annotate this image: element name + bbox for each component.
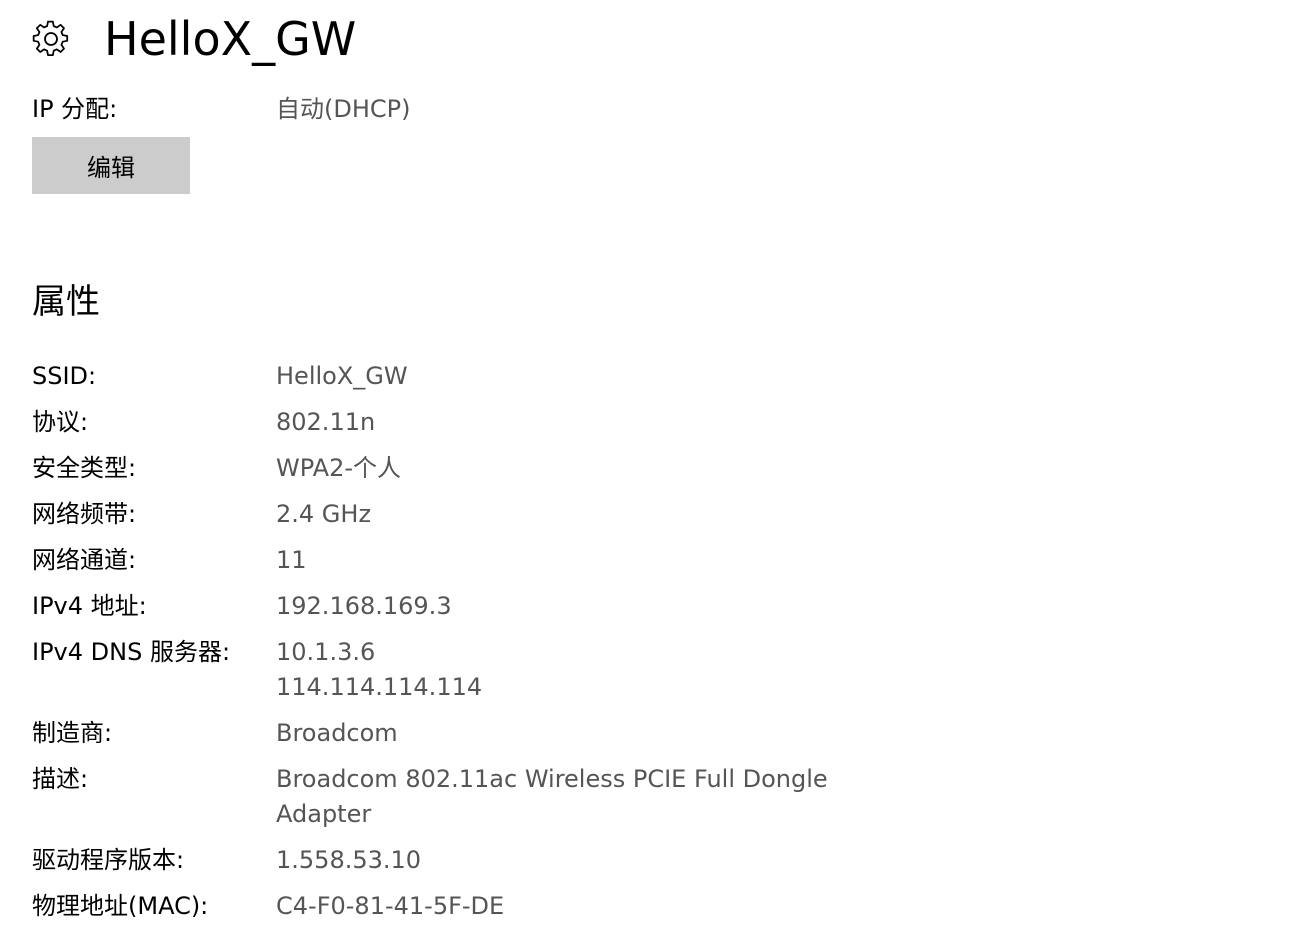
property-label-network-channel: 网络通道:	[32, 546, 137, 574]
property-label-network-band: 网络频带:	[32, 500, 137, 528]
property-label-mac-address: 物理地址(MAC):	[32, 892, 209, 920]
property-value-line: HelloX_GW	[276, 362, 408, 390]
property-value-manufacturer: Broadcom	[276, 716, 398, 751]
property-label-driver-version: 驱动程序版本:	[32, 846, 185, 874]
property-value-line: 802.11n	[276, 408, 376, 436]
network-properties-page: HelloX_GW IP 分配: 自动(DHCP) 编辑 属性 SSID: Hel…	[0, 0, 1305, 929]
property-label-ipv4-dns: IPv4 DNS 服务器:	[32, 638, 231, 666]
property-row-security-type: 安全类型: WPA2-个人	[32, 451, 1032, 497]
property-value-line: Broadcom 802.11ac Wireless PCIE Full Don…	[276, 765, 828, 793]
property-row-protocol: 协议: 802.11n	[32, 405, 1032, 451]
property-label-description: 描述:	[32, 765, 89, 793]
property-value-network-channel: 11	[276, 543, 307, 578]
property-label-ssid: SSID:	[32, 362, 97, 390]
property-value-line: 11	[276, 546, 307, 574]
property-value-line: C4-F0-81-41-5F-DE	[276, 892, 505, 920]
property-value-description: Broadcom 802.11ac Wireless PCIE Full Don…	[276, 762, 828, 832]
ip-assignment-row: IP 分配: 自动(DHCP)	[32, 92, 932, 128]
gear-icon	[32, 20, 70, 58]
property-value-line: 2.4 GHz	[276, 500, 372, 528]
properties-heading: 属性	[32, 282, 100, 322]
property-row-driver-version: 驱动程序版本: 1.558.53.10	[32, 843, 1032, 889]
property-value-line: Broadcom	[276, 719, 398, 747]
property-row-ipv4-address: IPv4 地址: 192.168.169.3	[32, 589, 1032, 635]
property-value-line: 192.168.169.3	[276, 592, 452, 620]
property-row-mac-address: 物理地址(MAC): C4-F0-81-41-5F-DE	[32, 889, 1032, 929]
properties-list: SSID: HelloX_GW 协议: 802.11n 安全类型: WPA2-个人网络频带…	[32, 359, 1032, 929]
property-value-ssid: HelloX_GW	[276, 359, 408, 394]
property-value-ipv4-address: 192.168.169.3	[276, 589, 452, 624]
property-row-manufacturer: 制造商: Broadcom	[32, 716, 1032, 762]
property-row-network-channel: 网络通道: 11	[32, 543, 1032, 589]
property-value-line: 114.114.114.114	[276, 673, 483, 701]
property-value-driver-version: 1.558.53.10	[276, 843, 421, 878]
property-row-ssid: SSID: HelloX_GW	[32, 359, 1032, 405]
property-value-line: WPA2-个人	[276, 454, 402, 482]
property-label-manufacturer: 制造商:	[32, 719, 113, 747]
property-label-security-type: 安全类型:	[32, 454, 137, 482]
property-label-ipv4-address: IPv4 地址:	[32, 592, 147, 620]
property-label-protocol: 协议:	[32, 408, 89, 436]
property-row-network-band: 网络频带: 2.4 GHz	[32, 497, 1032, 543]
ip-assignment-label: IP 分配:	[32, 95, 118, 123]
property-row-description: 描述: Broadcom 802.11ac Wireless PCIE Full …	[32, 762, 1032, 843]
ip-assignment-value: 自动(DHCP)	[276, 95, 411, 123]
page-header: HelloX_GW	[32, 10, 356, 68]
property-value-network-band: 2.4 GHz	[276, 497, 371, 532]
property-value-mac-address: C4-F0-81-41-5F-DE	[276, 889, 504, 924]
page-title: HelloX_GW	[104, 12, 357, 66]
property-value-line: Adapter	[276, 800, 372, 828]
property-value-protocol: 802.11n	[276, 405, 375, 440]
property-value-security-type: WPA2-个人	[276, 451, 401, 486]
property-value-line: 1.558.53.10	[276, 846, 422, 874]
property-row-ipv4-dns: IPv4 DNS 服务器: 10.1.3.6 114.114.114.114	[32, 635, 1032, 716]
edit-button[interactable]: 编辑	[32, 137, 190, 194]
property-value-line: 10.1.3.6	[276, 638, 376, 666]
property-value-ipv4-dns: 10.1.3.6 114.114.114.114	[276, 635, 482, 705]
